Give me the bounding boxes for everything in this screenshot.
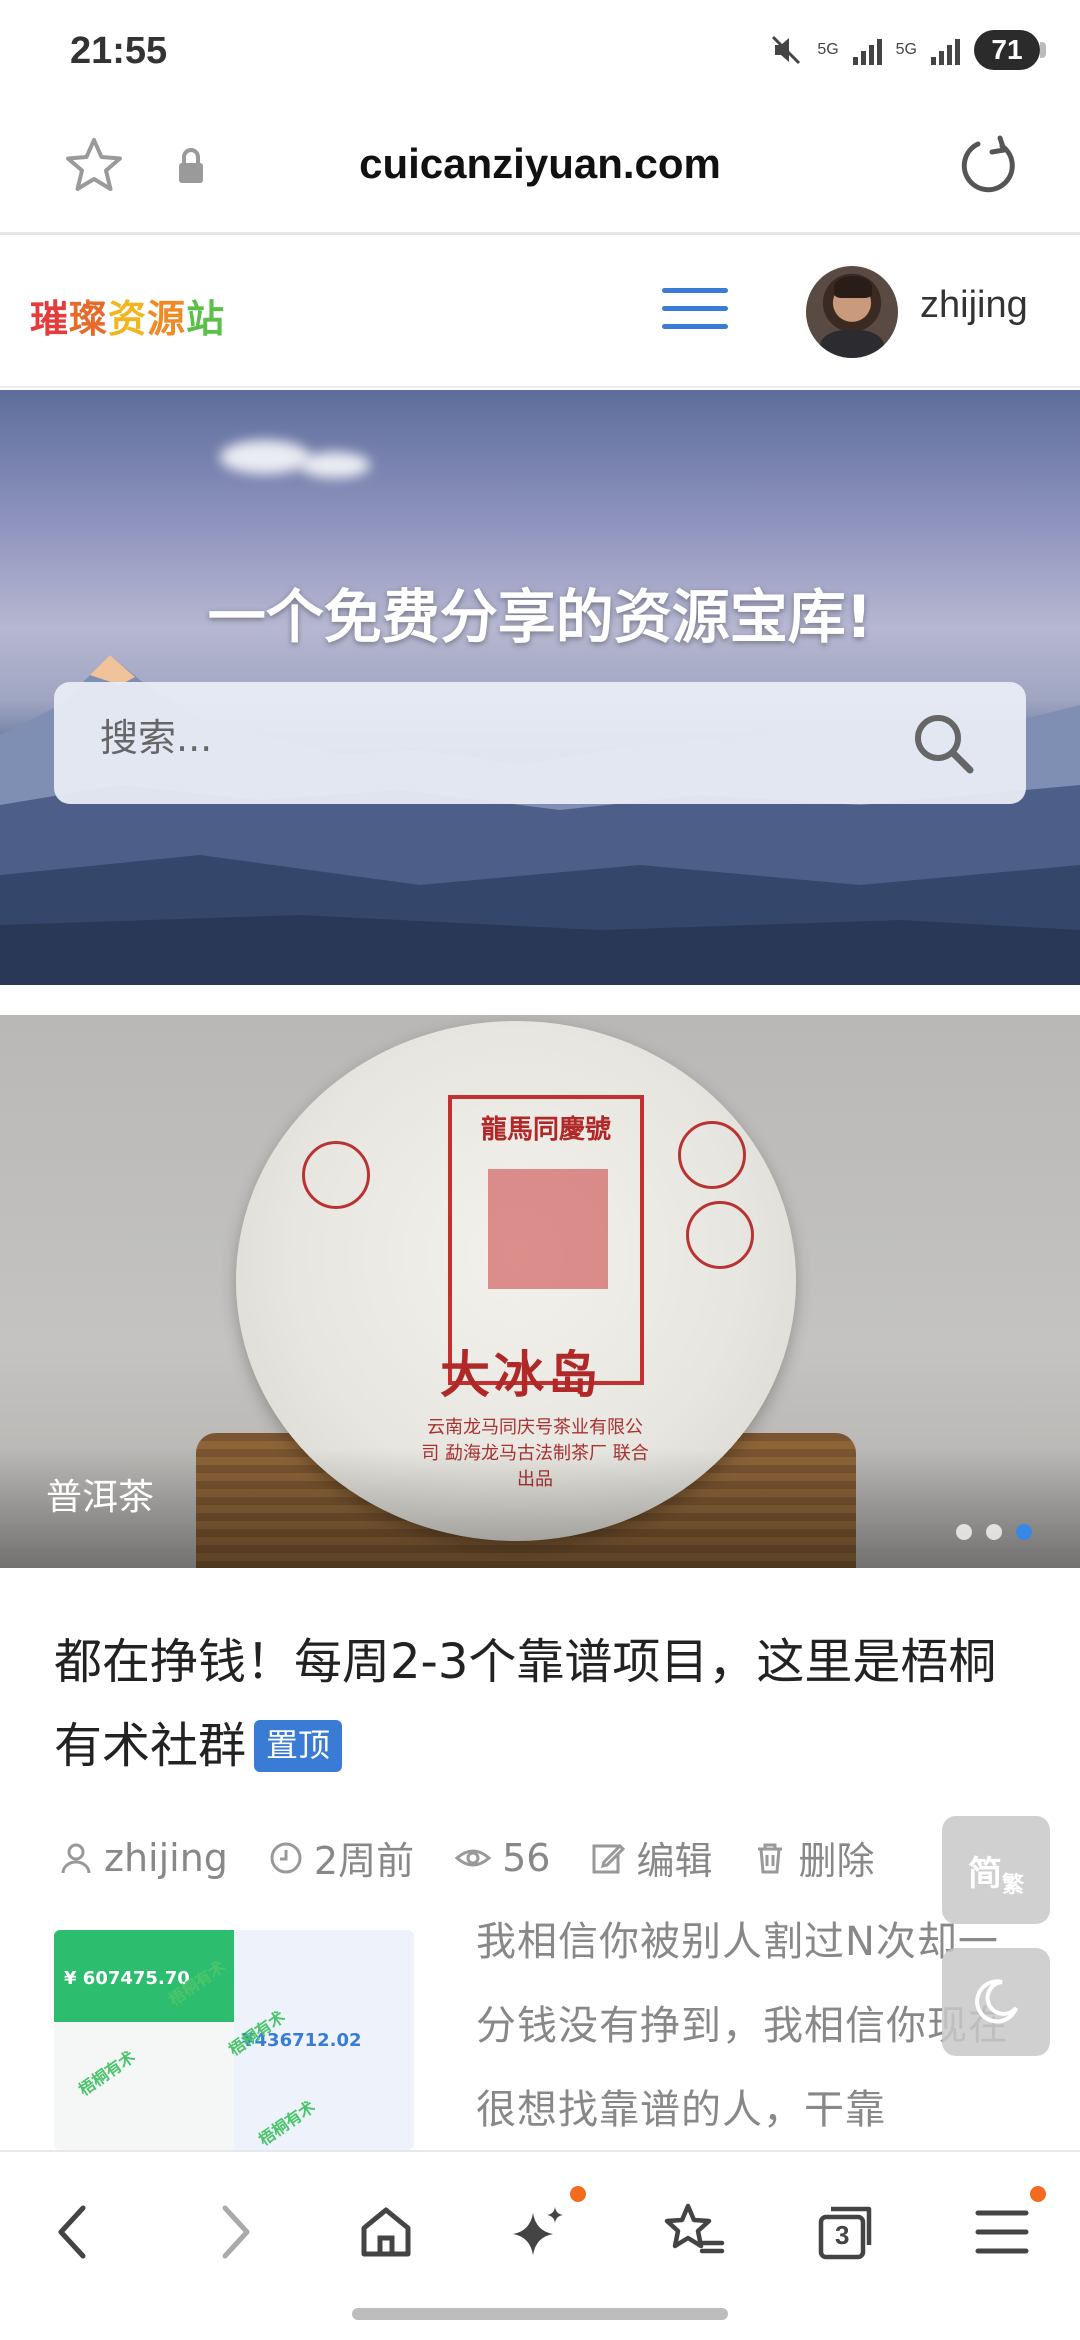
post-title[interactable]: 都在挣钱！每周2-3个靠谱项目，这里是梧桐有术社群 置顶 — [54, 1620, 1034, 1788]
notification-dot — [1030, 2186, 1046, 2202]
signal-icon-1 — [852, 35, 882, 65]
browser-url-bar: cuicanziyuan.com — [0, 110, 1080, 235]
status-icons: 5G 5G 71 — [769, 30, 1046, 70]
logo-char: 资 — [108, 297, 148, 341]
post-views: 56 — [502, 1835, 551, 1880]
chevron-right-icon — [222, 2205, 250, 2259]
moon-icon — [975, 1979, 1018, 2024]
meta-edit[interactable]: 编辑 — [590, 1830, 712, 1885]
edit-icon — [592, 1843, 626, 1873]
post-title-text[interactable]: 都在挣钱！每周2-3个靠谱项目，这里是梧桐有术社群 — [54, 1634, 996, 1774]
cloud — [220, 440, 310, 474]
logo-char: 璨 — [69, 297, 109, 341]
stamp-icon — [686, 1201, 754, 1269]
traditional-label: 繁 — [1001, 1873, 1024, 1898]
site-logo[interactable]: 璀璨资源站 — [30, 288, 225, 343]
reload-icon[interactable] — [956, 132, 1024, 200]
home-indicator[interactable] — [352, 2308, 728, 2320]
forward-button[interactable] — [194, 2192, 274, 2272]
status-bar: 21:55 5G 5G 71 — [0, 0, 1080, 110]
signal-icon-2 — [931, 35, 960, 65]
search-input[interactable] — [100, 716, 800, 760]
sparkle-icon — [513, 2207, 563, 2255]
meta-delete[interactable]: 删除 — [752, 1830, 875, 1885]
edit-link[interactable]: 编辑 — [636, 1830, 712, 1885]
post-author[interactable]: zhijing — [104, 1836, 228, 1880]
slider-dot[interactable] — [956, 1524, 972, 1540]
dark-mode-button[interactable] — [942, 1948, 1050, 2056]
slider-caption-overlay — [0, 1448, 1080, 1568]
chevron-left-icon — [58, 2205, 86, 2259]
slider-dot-active[interactable] — [1016, 1524, 1032, 1540]
cloud — [300, 452, 370, 478]
search-icon[interactable] — [910, 710, 976, 776]
search-box — [54, 682, 1026, 804]
menu-icon — [975, 2210, 1029, 2254]
battery-indicator: 71 — [974, 30, 1046, 70]
simplified-traditional-toggle[interactable]: 简繁 — [942, 1816, 1050, 1924]
simplified-label: 简 — [967, 1853, 1002, 1894]
pin-badge: 置顶 — [254, 1720, 343, 1772]
home-button[interactable] — [346, 2192, 426, 2272]
site-header: 璀璨资源站 zhijing — [0, 238, 1080, 388]
post-thumbnail[interactable]: ¥ 607475.70 ¥436712.02 梧桐有术 梧桐有术 梧桐有术 梧桐… — [54, 1930, 414, 2150]
featured-slider[interactable]: 龍馬同慶號 大冰岛 云南龙马同庆号茶业有限公司 勐海龙马古法制茶厂 联合出品 普… — [0, 1015, 1080, 1568]
network-type-1: 5G — [817, 41, 839, 58]
mute-icon — [772, 35, 801, 65]
stamp-icon — [302, 1141, 370, 1209]
post-meta: zhijing 2周前 56 编辑 删除 — [58, 1830, 915, 1885]
slider-caption[interactable]: 普洱茶 — [46, 1468, 154, 1520]
logo-char: 源 — [147, 297, 187, 341]
meta-views: 56 — [454, 1836, 550, 1880]
logo-char: 站 — [186, 297, 226, 341]
hero-title: 一个免费分享的资源宝库! — [207, 583, 873, 651]
star-list-icon — [664, 2203, 725, 2254]
header-username[interactable]: zhijing — [920, 284, 1028, 327]
menu-button[interactable] — [962, 2186, 1046, 2272]
post-card: 都在挣钱！每周2-3个靠谱项目，这里是梧桐有术社群 置顶 zhijing 2周前 … — [0, 1590, 1080, 2150]
tea-product-text: 大冰岛 — [440, 1346, 602, 1404]
url-text[interactable]: cuicanziyuan.com — [0, 140, 1080, 188]
logo-char: 璀 — [30, 297, 70, 341]
back-button[interactable] — [34, 2192, 114, 2272]
slider-dot[interactable] — [986, 1524, 1002, 1540]
status-time: 21:55 — [70, 30, 168, 72]
stamp-icon — [678, 1121, 746, 1189]
avatar[interactable] — [806, 266, 898, 358]
user-icon — [61, 1843, 91, 1873]
notification-dot — [570, 2186, 586, 2202]
meta-time: 2周前 — [268, 1830, 414, 1885]
hamburger-menu-icon[interactable] — [662, 288, 728, 336]
tabs-button[interactable]: 3 — [806, 2192, 886, 2272]
tabs-count: 3 — [835, 2220, 850, 2250]
ai-sparkle-button[interactable] — [500, 2186, 586, 2272]
network-type-2: 5G — [895, 41, 917, 58]
clock-icon — [270, 1842, 302, 1873]
eye-icon — [454, 1849, 492, 1866]
tea-brand-text: 龍馬同慶號 — [480, 1115, 611, 1145]
delete-link[interactable]: 删除 — [798, 1830, 874, 1885]
trash-icon — [758, 1843, 783, 1873]
slider-dots — [956, 1524, 1032, 1540]
hero-banner: 一个免费分享的资源宝库! — [0, 390, 1080, 985]
post-time: 2周前 — [313, 1839, 415, 1883]
home-icon — [361, 2207, 411, 2257]
favorites-button[interactable] — [654, 2192, 734, 2272]
label-emblem — [488, 1169, 608, 1289]
meta-author[interactable]: zhijing — [58, 1836, 228, 1880]
